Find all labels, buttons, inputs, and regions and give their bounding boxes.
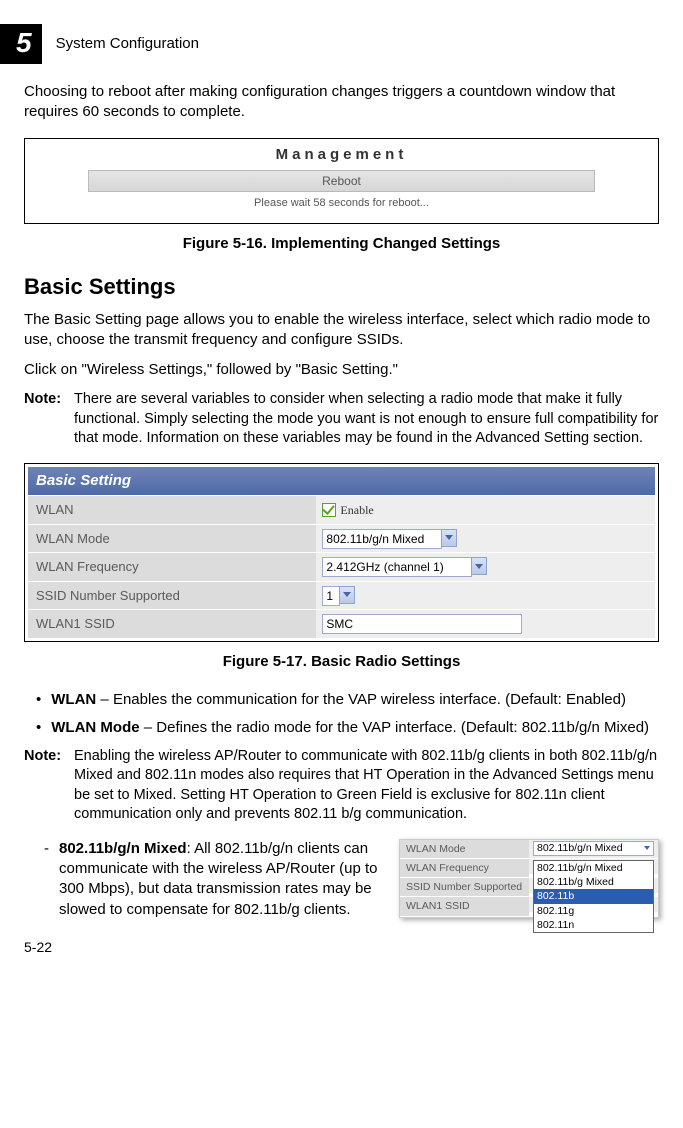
note-1: Note: There are several variables to con… xyxy=(24,390,659,449)
management-heading: Management xyxy=(25,145,658,165)
note-label: Note: xyxy=(24,390,74,449)
dropdown-option[interactable]: 802.11g xyxy=(534,904,653,918)
figure-5-16: Management Reboot Please wait 58 seconds… xyxy=(24,138,659,223)
dash-text: 802.11b/g/n Mixed: All 802.11b/g/n clien… xyxy=(59,839,387,920)
chevron-down-icon[interactable] xyxy=(644,846,650,850)
bullet-icon: • xyxy=(36,718,41,738)
figure-5-16-caption: Figure 5-16. Implementing Changed Settin… xyxy=(24,234,659,254)
bottom-row: - 802.11b/g/n Mixed: All 802.11b/g/n cli… xyxy=(24,839,659,920)
chevron-down-icon[interactable] xyxy=(471,557,487,575)
reboot-wait-message: Please wait 58 seconds for reboot... xyxy=(25,196,658,211)
bullet-wlan: • WLAN – Enables the communication for t… xyxy=(24,690,659,710)
wlan-mode-select-text: 802.11b/g/n Mixed xyxy=(322,529,442,549)
reboot-label: Reboot xyxy=(88,170,594,192)
dd-wlan-mode-label: WLAN Mode xyxy=(400,840,529,859)
note-label: Note: xyxy=(24,747,74,825)
basic-paragraph-2: Click on "Wireless Settings," followed b… xyxy=(24,360,659,380)
basic-settings-heading: Basic Settings xyxy=(24,272,659,302)
ssid-number-select-text: 1 xyxy=(322,586,340,606)
ssid-number-value: 1 xyxy=(316,582,655,610)
dash-icon: - xyxy=(44,839,49,920)
wlan1-ssid-label: WLAN1 SSID xyxy=(28,610,316,638)
page-header: 5 System Configuration xyxy=(0,24,659,64)
wlan-frequency-select[interactable]: 2.412GHz (channel 1) xyxy=(322,557,487,577)
row-wlan1-ssid: WLAN1 SSID xyxy=(28,609,655,638)
figure-5-17: Basic Setting WLAN Enable WLAN Mode 802.… xyxy=(24,463,659,642)
bullet-wlan-rest: – Enables the communication for the VAP … xyxy=(96,691,626,708)
figure-5-17-caption: Figure 5-17. Basic Radio Settings xyxy=(24,652,659,672)
bullet-wlan-term: WLAN xyxy=(51,691,96,708)
chevron-down-icon[interactable] xyxy=(339,586,355,604)
enable-text: Enable xyxy=(340,502,373,518)
dd-wlan1-ssid-label: WLAN1 SSID xyxy=(400,897,529,916)
chapter-number: 5 xyxy=(0,24,42,64)
note-text: Enabling the wireless AP/Router to commu… xyxy=(74,747,659,825)
enable-checkbox-icon[interactable] xyxy=(322,503,336,517)
intro-paragraph: Choosing to reboot after making configur… xyxy=(24,82,659,123)
wlan-frequency-value: 2.412GHz (channel 1) xyxy=(316,553,655,581)
dash-item: - 802.11b/g/n Mixed: All 802.11b/g/n cli… xyxy=(24,839,387,920)
dropdown-option[interactable]: 802.11b/g Mixed xyxy=(534,875,653,889)
dropdown-option[interactable]: 802.11b/g/n Mixed xyxy=(534,861,653,875)
dash-term: 802.11b/g/n Mixed xyxy=(59,840,187,857)
dd-wlan-mode-select[interactable]: 802.11b/g/n Mixed xyxy=(533,841,654,856)
row-wlan-frequency: WLAN Frequency 2.412GHz (channel 1) xyxy=(28,552,655,581)
row-wlan: WLAN Enable xyxy=(28,495,655,524)
chapter-title: System Configuration xyxy=(56,34,199,54)
bullet-wlan-text: WLAN – Enables the communication for the… xyxy=(51,690,626,710)
wlan-mode-value: 802.11b/g/n Mixed xyxy=(316,525,655,553)
bullet-wlan-mode-term: WLAN Mode xyxy=(51,719,139,736)
basic-setting-titlebar: Basic Setting xyxy=(28,467,655,495)
dropdown-option[interactable]: 802.11n xyxy=(534,918,653,932)
ssid-number-label: SSID Number Supported xyxy=(28,582,316,610)
wlan-mode-label: WLAN Mode xyxy=(28,525,316,553)
wlan-value: Enable xyxy=(316,496,655,524)
wlan1-ssid-input[interactable] xyxy=(322,614,522,634)
chevron-down-icon[interactable] xyxy=(441,529,457,547)
ssid-number-select[interactable]: 1 xyxy=(322,586,355,606)
dropdown-option-selected[interactable]: 802.11b xyxy=(534,889,653,903)
bullet-wlan-mode-text: WLAN Mode – Defines the radio mode for t… xyxy=(51,718,649,738)
page-number: 5-22 xyxy=(24,938,659,957)
wlan-mode-dropdown-list[interactable]: 802.11b/g/n Mixed 802.11b/g Mixed 802.11… xyxy=(533,860,654,933)
wlan-frequency-select-text: 2.412GHz (channel 1) xyxy=(322,557,472,577)
wlan-frequency-label: WLAN Frequency xyxy=(28,553,316,581)
bullet-icon: • xyxy=(36,690,41,710)
note-2: Note: Enabling the wireless AP/Router to… xyxy=(24,747,659,825)
row-wlan-mode: WLAN Mode 802.11b/g/n Mixed xyxy=(28,524,655,553)
wlan-label: WLAN xyxy=(28,496,316,524)
dd-ssid-number-label: SSID Number Supported xyxy=(400,878,529,897)
row-ssid-number: SSID Number Supported 1 xyxy=(28,581,655,610)
note-text: There are several variables to consider … xyxy=(74,390,659,449)
bullet-wlan-mode: • WLAN Mode – Defines the radio mode for… xyxy=(24,718,659,738)
dropdown-figure: WLAN Mode 802.11b/g/n Mixed WLAN Frequen… xyxy=(399,839,659,918)
dd-wlan-mode-select-text: 802.11b/g/n Mixed xyxy=(537,841,623,855)
dd-wlan-frequency-label: WLAN Frequency xyxy=(400,859,529,878)
wlan-mode-select[interactable]: 802.11b/g/n Mixed xyxy=(322,529,457,549)
basic-paragraph-1: The Basic Setting page allows you to ena… xyxy=(24,310,659,351)
bullet-wlan-mode-rest: – Defines the radio mode for the VAP int… xyxy=(140,719,649,736)
wlan1-ssid-value xyxy=(316,610,655,638)
